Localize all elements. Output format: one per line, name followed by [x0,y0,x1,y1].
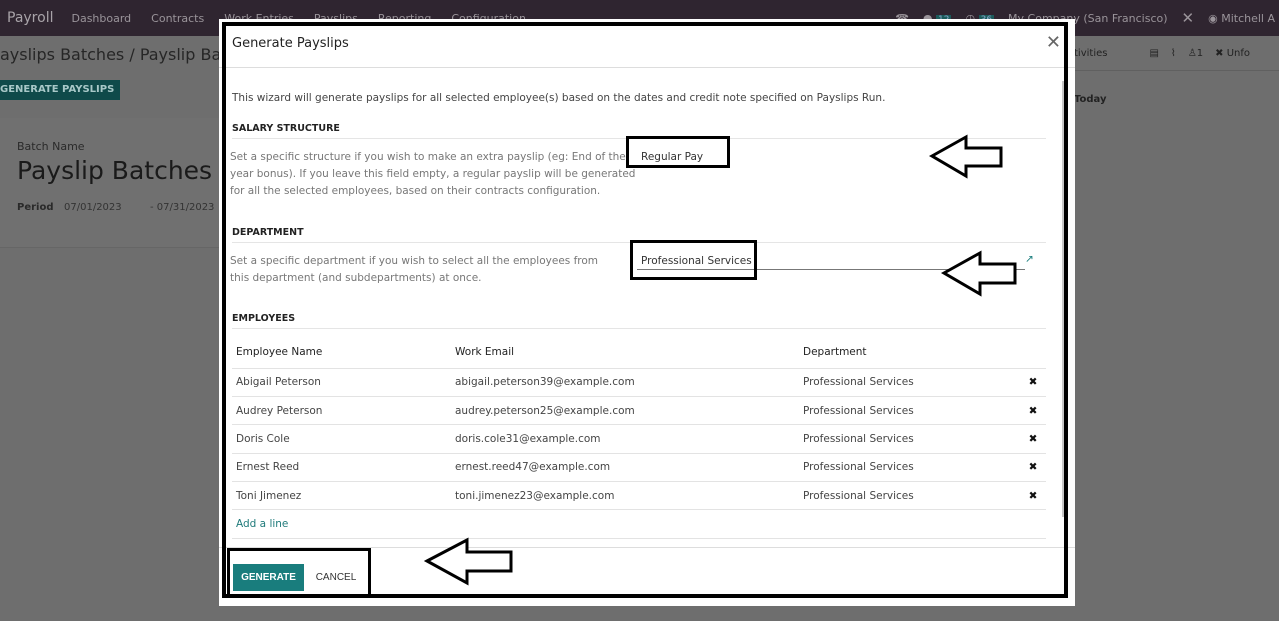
cancel-button[interactable]: CANCEL [311,564,361,591]
remove-row-icon[interactable]: ✖ [1016,424,1046,454]
unfollow-button[interactable]: ✖ Unfo [1215,48,1250,59]
department-heading: DEPARTMENT [232,227,1046,243]
today-label: Today [1074,94,1107,105]
close-icon[interactable]: ✕ [1046,32,1061,53]
employee-name[interactable]: Abigail Peterson [232,368,451,397]
work-email[interactable]: abigail.peterson39@example.com [451,368,799,397]
add-a-line-link[interactable]: Add a line [236,518,288,530]
table-header: Employee Name Work Email Department [232,337,1046,369]
employee-name[interactable]: Ernest Reed [232,453,451,483]
generate-payslips-button[interactable]: GENERATE PAYSLIPS [0,80,121,100]
paperclip-icon[interactable]: ⌇ [1171,48,1176,59]
table-row[interactable]: Abigail Peterson abigail.peterson39@examp… [232,368,1046,397]
activities-link[interactable]: tivities [1074,48,1107,59]
department[interactable]: Professional Services [799,368,1016,397]
col-employee-name[interactable]: Employee Name [232,337,451,369]
col-department[interactable]: Department [799,337,1016,369]
employee-name[interactable]: Doris Cole [232,424,451,454]
annotation-arrow-icon [940,250,1017,297]
followers-count: 1 [1196,47,1204,59]
tools-icon[interactable]: ✕ [1182,9,1195,27]
department[interactable]: Professional Services [799,424,1016,454]
department-field[interactable]: Professional Services [641,255,752,267]
batch-name-label: Batch Name [17,140,85,153]
annotation-arrow-icon [928,134,1003,179]
dialog-title: Generate Payslips [232,36,349,51]
unfollow-label: Unfo [1226,47,1251,59]
app-name[interactable]: Payroll [7,10,53,26]
external-link-icon[interactable]: ↗ [1025,253,1034,265]
followers-icon[interactable]: ♙1 [1188,48,1203,59]
work-email[interactable]: toni.jimenez23@example.com [451,481,799,511]
salary-structure-heading: SALARY STRUCTURE [232,123,1046,139]
table-row[interactable]: Doris Cole doris.cole31@example.com Profes… [232,424,1046,454]
remove-row-icon[interactable]: ✖ [1016,481,1046,511]
table-row[interactable]: Audrey Peterson audrey.peterson25@example… [232,396,1046,426]
work-email[interactable]: audrey.peterson25@example.com [451,396,799,426]
table-row[interactable]: Toni Jimenez toni.jimenez23@example.com Pr… [232,481,1046,511]
department[interactable]: Professional Services [799,481,1016,511]
employees-table: Employee Name Work Email Department Abig… [232,337,1046,539]
generate-button[interactable]: GENERATE [233,564,304,591]
book-icon[interactable]: ▤ [1149,48,1158,59]
work-email[interactable]: ernest.reed47@example.com [451,453,799,483]
remove-row-icon[interactable]: ✖ [1016,396,1046,426]
annotation-arrow-icon [423,537,513,586]
department[interactable]: Professional Services [799,453,1016,483]
employees-heading: EMPLOYEES [232,313,1046,329]
footer-divider [219,547,1075,548]
salary-structure-help: Set a specific structure if you wish to … [230,151,636,197]
table-row[interactable]: Ernest Reed ernest.reed47@example.com Prof… [232,453,1046,483]
menu-contracts[interactable]: Contracts [151,12,204,25]
period-start: 07/01/2023 [64,202,122,213]
divider [219,67,1075,68]
department[interactable]: Professional Services [799,396,1016,426]
chatter-bar: tivities ▤ ⌇ ♙1 ✖ Unfo [1074,36,1279,71]
work-email[interactable]: doris.cole31@example.com [451,424,799,454]
employee-name[interactable]: Audrey Peterson [232,396,451,426]
remove-row-icon[interactable]: ✖ [1016,453,1046,483]
scrollbar[interactable] [1062,81,1068,517]
col-actions [1016,337,1046,369]
employee-name[interactable]: Toni Jimenez [232,481,451,511]
department-help: Set a specific department if you wish to… [230,255,599,284]
menu-dashboard[interactable]: Dashboard [71,12,131,25]
remove-row-icon[interactable]: ✖ [1016,368,1046,397]
salary-structure-field[interactable]: Regular Pay [641,151,703,163]
col-work-email[interactable]: Work Email [451,337,799,369]
user-name: Mitchell A [1221,11,1275,25]
batch-name: Payslip Batches fo [17,156,245,185]
user-menu[interactable]: ◉ Mitchell A [1208,12,1275,25]
period-end: - 07/31/2023 [150,202,215,213]
batch-form: Batch Name Payslip Batches fo Period 07/… [0,118,244,248]
period-label: Period [17,202,54,213]
generate-payslips-dialog: Generate Payslips ✕ This wizard will gen… [219,19,1075,606]
wizard-description: This wizard will generate payslips for a… [232,92,886,104]
add-line-row: Add a line [232,509,1046,539]
